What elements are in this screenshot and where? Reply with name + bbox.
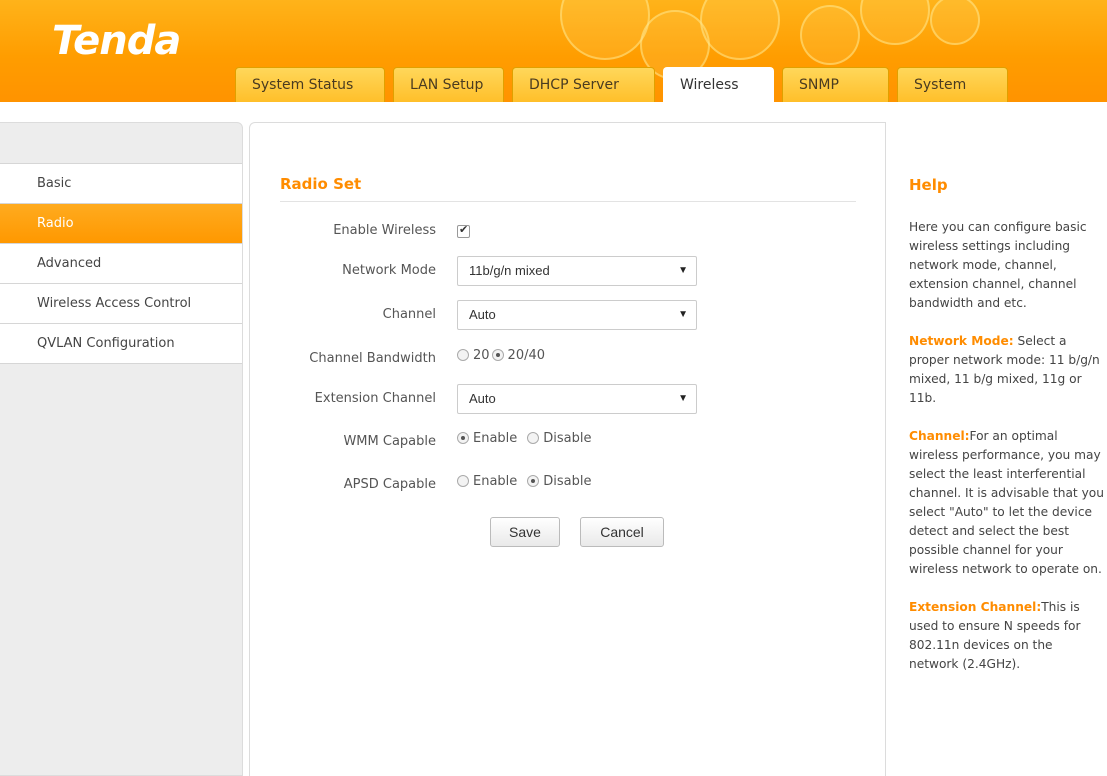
bandwidth-20-label: 20 (473, 347, 490, 363)
network-mode-value: 11b/g/n mixed (469, 263, 550, 278)
decorative-bubble (930, 0, 980, 45)
row-channel: Channel Auto ▼ (250, 299, 887, 331)
channel-select[interactable]: Auto ▼ (457, 300, 697, 330)
row-channel-bandwidth: Channel Bandwidth 20 20/40 (250, 343, 887, 375)
section-title: Radio Set (280, 175, 362, 193)
sidebar-item-qvlan-configuration[interactable]: QVLAN Configuration (0, 324, 242, 364)
apsd-enable-label: Enable (473, 473, 518, 489)
sidebar: Basic Radio Advanced Wireless Access Con… (0, 122, 243, 776)
tenda-logo: Tenda (52, 18, 181, 64)
help-body: Here you can configure basic wireless se… (909, 218, 1105, 693)
bandwidth-20-40-label: 20/40 (507, 347, 546, 363)
channel-label: Channel (382, 307, 436, 322)
wmm-disable-label: Disable (543, 430, 592, 446)
bandwidth-20-radio[interactable] (457, 349, 469, 361)
channel-value: Auto (469, 307, 496, 322)
channel-bandwidth-label: Channel Bandwidth (309, 351, 436, 366)
network-mode-select[interactable]: 11b/g/n mixed ▼ (457, 256, 697, 286)
tab-system[interactable]: System (897, 67, 1008, 102)
wmm-capable-label: WMM Capable (343, 434, 436, 449)
tab-wireless[interactable]: Wireless (663, 67, 774, 102)
wmm-enable-label: Enable (473, 430, 518, 446)
main-tabs: System Status LAN Setup DHCP Server Wire… (235, 67, 1016, 102)
help-extension-keyword: Extension Channel: (909, 600, 1042, 614)
section-divider (280, 201, 856, 202)
row-extension-channel: Extension Channel Auto ▼ (250, 383, 887, 415)
help-intro: Here you can configure basic wireless se… (909, 220, 1087, 310)
apsd-disable-label: Disable (543, 473, 592, 489)
decorative-bubble (860, 0, 930, 45)
help-title: Help (909, 176, 948, 194)
tab-system-status[interactable]: System Status (235, 67, 385, 102)
tab-snmp[interactable]: SNMP (782, 67, 889, 102)
sidebar-item-advanced[interactable]: Advanced (0, 244, 242, 284)
wmm-enable-radio[interactable] (457, 432, 469, 444)
help-channel-text: For an optimal wireless performance, you… (909, 429, 1104, 576)
wmm-disable-radio[interactable] (527, 432, 540, 444)
help-channel-keyword: Channel: (909, 429, 970, 443)
main-panel: Radio Set Enable Wireless Network Mode 1… (249, 122, 886, 776)
help-network-mode-keyword: Network Mode: (909, 334, 1014, 348)
help-network-mode: Network Mode: Select a proper network mo… (909, 332, 1105, 408)
sidebar-header (0, 123, 242, 164)
row-network-mode: Network Mode 11b/g/n mixed ▼ (250, 255, 887, 287)
dropdown-arrow-icon: ▼ (678, 265, 688, 276)
help-extension-channel: Extension Channel:This is used to ensure… (909, 598, 1105, 674)
dropdown-arrow-icon: ▼ (678, 309, 688, 320)
enable-wireless-checkbox[interactable] (457, 223, 470, 238)
enable-wireless-label: Enable Wireless (333, 223, 436, 238)
cancel-button[interactable]: Cancel (580, 517, 664, 547)
network-mode-label: Network Mode (342, 263, 436, 278)
tab-lan-setup[interactable]: LAN Setup (393, 67, 504, 102)
dropdown-arrow-icon: ▼ (678, 393, 688, 404)
help-panel: Help Here you can configure basic wirele… (887, 122, 1107, 776)
tab-dhcp-server[interactable]: DHCP Server (512, 67, 655, 102)
decorative-bubble (560, 0, 650, 60)
decorative-bubble (800, 5, 860, 65)
decorative-bubble (700, 0, 780, 60)
extension-channel-value: Auto (469, 391, 496, 406)
sidebar-item-basic[interactable]: Basic (0, 164, 242, 204)
apsd-enable-radio[interactable] (457, 475, 469, 487)
bandwidth-20-40-radio[interactable] (491, 349, 504, 361)
sidebar-item-radio[interactable]: Radio (0, 204, 242, 244)
row-enable-wireless: Enable Wireless (250, 215, 887, 247)
sidebar-item-wireless-access-control[interactable]: Wireless Access Control (0, 284, 242, 324)
save-button[interactable]: Save (490, 517, 560, 547)
apsd-disable-radio[interactable] (527, 475, 540, 487)
extension-channel-label: Extension Channel (314, 391, 436, 406)
row-wmm-capable: WMM Capable Enable Disable (250, 426, 887, 458)
apsd-capable-label: APSD Capable (343, 477, 436, 492)
help-channel: Channel:For an optimal wireless performa… (909, 427, 1105, 579)
header-banner: Tenda System Status LAN Setup DHCP Serve… (0, 0, 1107, 102)
row-apsd-capable: APSD Capable Enable Disable (250, 469, 887, 501)
extension-channel-select[interactable]: Auto ▼ (457, 384, 697, 414)
